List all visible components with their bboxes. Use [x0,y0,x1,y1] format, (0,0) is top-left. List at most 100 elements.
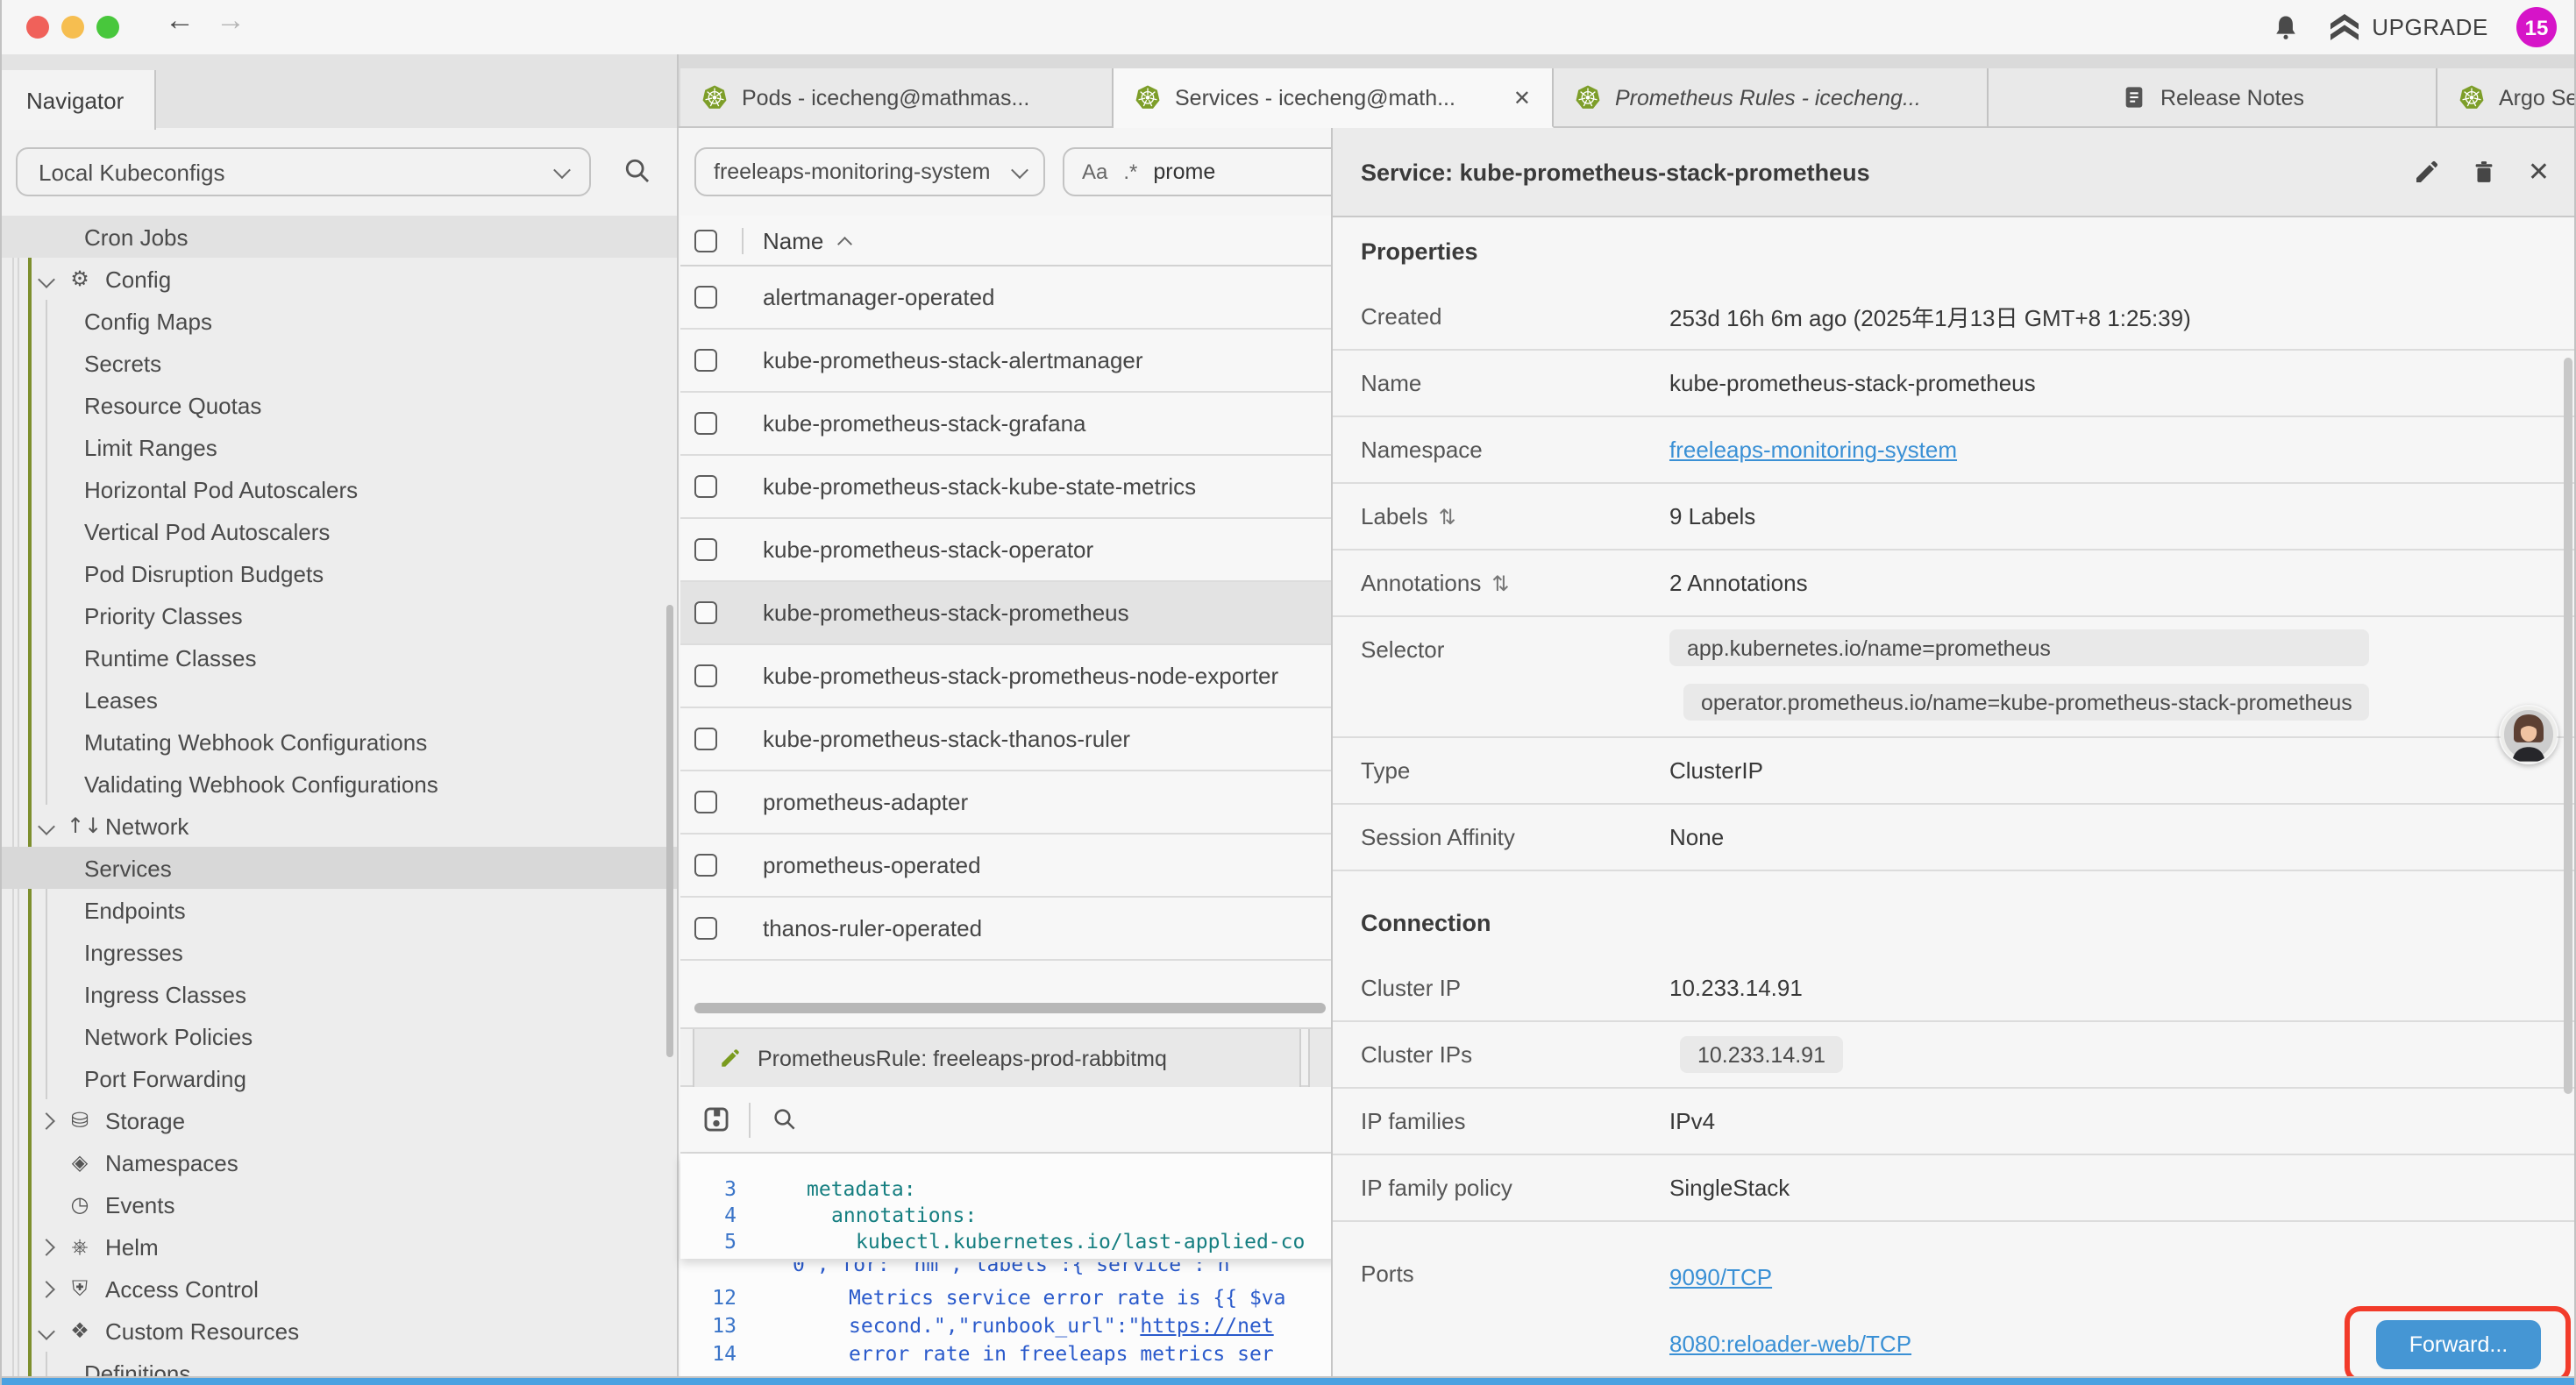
tree-chevron-icon[interactable] [37,820,54,832]
sidebar-item[interactable]: Secrets [2,342,677,384]
tree-item-label: Network [105,813,189,839]
port-link-8080[interactable]: 8080:reloader-web/TCP [1669,1330,1911,1356]
sidebar-item[interactable]: Network Policies [2,1015,677,1057]
sidebar-item[interactable]: Services [2,847,677,889]
name-column-header[interactable]: Name [763,227,823,253]
row-checkbox[interactable] [694,475,717,498]
row-checkbox[interactable] [694,601,717,624]
sidebar-item[interactable]: Ingress Classes [2,973,677,1015]
forward-arrow-icon[interactable]: → [216,4,246,39]
sidebar-item[interactable]: Limit Ranges [2,426,677,468]
tree-item-label: Ingress Classes [84,981,246,1007]
delete-trash-icon[interactable] [2472,158,2498,186]
service-name: kube-prometheus-stack-operator [763,536,1093,563]
match-case-toggle[interactable]: Aa [1082,160,1107,184]
cluster-tab[interactable]: Release Notes [1989,68,2437,128]
tree-chevron-icon[interactable] [37,1282,54,1295]
row-checkbox[interactable] [694,728,717,750]
search-icon[interactable] [623,156,652,186]
tree-chevron-icon[interactable] [37,1156,54,1168]
sidebar-item[interactable]: ↑↓ Network [2,805,677,847]
port-link-9090[interactable]: 9090/TCP [1669,1263,1772,1289]
annotations-count[interactable]: 2 Annotations [1669,570,1808,596]
cluster-tab[interactable]: Services - icecheng@math... ✕ [1114,68,1554,128]
sidebar-item[interactable]: ◷ Events [2,1183,677,1225]
selector-chip[interactable]: app.kubernetes.io/name=prometheus [1669,629,2370,666]
sidebar-item[interactable]: ⛁ Storage [2,1099,677,1141]
sort-toggle-icon[interactable]: ⇅ [1439,504,1456,529]
close-window-button[interactable] [26,16,49,39]
cluster-tab[interactable]: Pods - icecheng@mathmas... [680,68,1114,128]
drawer-scrollbar[interactable] [2564,358,2572,1094]
sidebar-item[interactable]: Priority Classes [2,594,677,636]
cluster-tab[interactable]: Argo Se [2437,68,2574,128]
upgrade-button[interactable]: UPGRADE [2328,13,2488,41]
sidebar-item[interactable]: Vertical Pod Autoscalers [2,510,677,552]
close-tab-icon[interactable]: ✕ [1513,85,1531,110]
tree-item-label: Services [84,855,172,881]
namespace-select[interactable]: freeleaps-monitoring-system [694,147,1045,196]
connection-row-cluster-ips: Cluster IPs 10.233.14.91 [1333,1022,2576,1089]
row-checkbox[interactable] [694,791,717,813]
row-checkbox[interactable] [694,349,717,372]
tree-chevron-icon[interactable] [37,1240,54,1253]
tree-chevron-icon[interactable] [37,273,54,285]
save-icon[interactable] [701,1104,731,1134]
sidebar-item[interactable]: Ingresses [2,931,677,973]
sidebar-item[interactable]: Validating Webhook Configurations [2,763,677,805]
sidebar-item[interactable]: Resource Quotas [2,384,677,426]
sidebar-item[interactable]: Pod Disruption Budgets [2,552,677,594]
edit-pencil-icon[interactable] [2414,158,2442,186]
sidebar-tab-strip: Navigator [2,54,679,128]
maximize-window-button[interactable] [96,16,119,39]
tab-navigator[interactable]: Navigator [2,70,156,130]
row-checkbox[interactable] [694,917,717,940]
tree-chevron-icon[interactable] [37,1198,54,1211]
cluster-ip-chip[interactable]: 10.233.14.91 [1680,1036,1843,1073]
find-icon[interactable] [772,1106,798,1133]
notification-count-badge[interactable]: 15 [2516,7,2557,47]
property-row-labels: Labels⇅ 9 Labels [1333,484,2576,550]
notifications-bell-icon[interactable] [2270,11,2300,43]
sidebar-item[interactable]: ⚙ Config [2,258,677,300]
sort-ascending-icon[interactable] [837,238,851,252]
editor-tab-prometheusrule[interactable]: PrometheusRule: freeleaps-prod-rabbitmq [693,1029,1301,1087]
namespace-link[interactable]: freeleaps-monitoring-system [1669,437,1957,463]
sidebar-item[interactable]: ⛨ Access Control [2,1268,677,1310]
tree-chevron-icon[interactable] [37,1114,54,1126]
select-all-checkbox[interactable] [694,229,717,252]
sidebar-item[interactable]: Port Forwarding [2,1057,677,1099]
tree-item-label: Vertical Pod Autoscalers [84,518,330,544]
forward-button-9090[interactable]: Forward... [2376,1320,2541,1369]
sidebar-item[interactable]: Leases [2,678,677,721]
row-checkbox[interactable] [694,286,717,309]
sidebar-item[interactable]: Horizontal Pod Autoscalers [2,468,677,510]
selector-chip[interactable]: operator.prometheus.io/name=kube-prometh… [1683,684,2370,721]
sidebar-item[interactable]: Runtime Classes [2,636,677,678]
search-input[interactable]: Aa .* prome [1063,147,1361,196]
row-checkbox[interactable] [694,664,717,687]
line-number: 13 [680,1311,737,1339]
horizontal-scrollbar[interactable] [694,1003,1326,1013]
row-checkbox[interactable] [694,412,717,435]
sort-toggle-icon[interactable]: ⇅ [1491,571,1509,595]
sidebar-item[interactable]: ❖ Custom Resources [2,1310,677,1352]
sidebar-item[interactable]: Mutating Webhook Configurations [2,721,677,763]
close-icon[interactable]: ✕ [2528,156,2550,188]
cluster-tab[interactable]: Prometheus Rules - icecheng... [1554,68,1989,128]
row-checkbox[interactable] [694,854,717,877]
minimize-window-button[interactable] [61,16,84,39]
labels-count[interactable]: 9 Labels [1669,503,1755,529]
row-checkbox[interactable] [694,538,717,561]
sidebar-item[interactable]: Cron Jobs [2,216,677,258]
sidebar-item[interactable]: ⎈ Helm [2,1225,677,1268]
back-arrow-icon[interactable]: ← [165,4,195,39]
sidebar-item[interactable]: ◈ Namespaces [2,1141,677,1183]
tree-chevron-icon[interactable] [37,1325,54,1337]
avatar[interactable] [2499,705,2558,764]
sidebar-item[interactable]: Config Maps [2,300,677,342]
kubeconfig-select[interactable]: Local Kubeconfigs [16,147,591,196]
sidebar-item[interactable]: Endpoints [2,889,677,931]
sidebar-scrollbar[interactable] [666,605,673,1057]
regex-toggle[interactable]: .* [1123,160,1137,184]
